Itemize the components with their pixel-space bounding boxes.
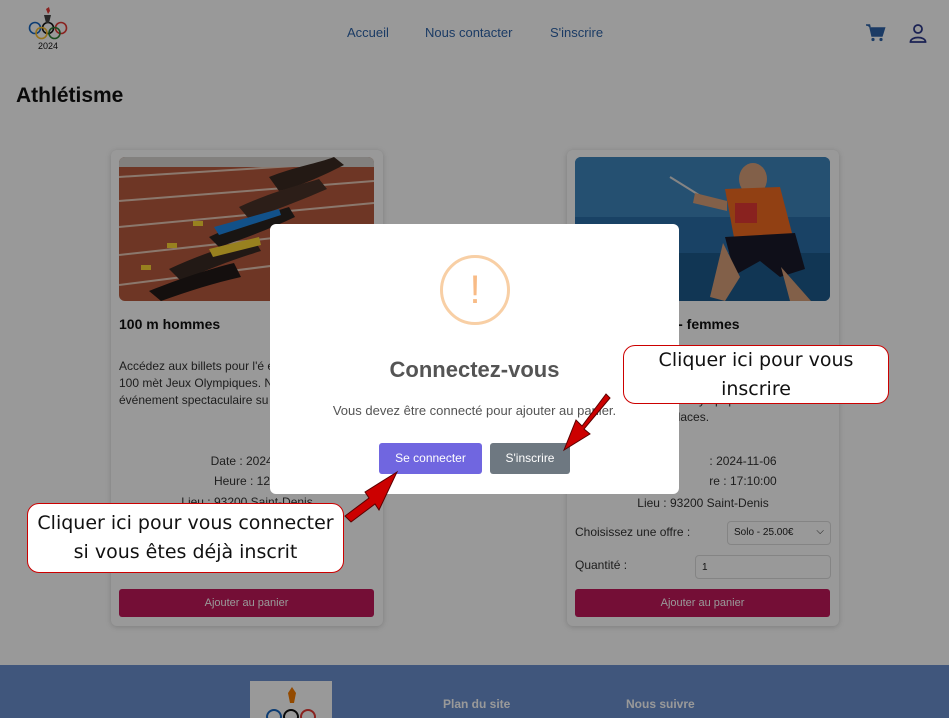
warning-icon: ! (440, 255, 510, 325)
login-required-dialog: ! Connectez-vous Vous devez être connect… (270, 224, 679, 494)
dialog-title: Connectez-vous (389, 357, 560, 382)
register-callout: Cliquer ici pour vous inscrire (623, 345, 889, 404)
register-button[interactable]: S'inscrire (490, 443, 570, 474)
callout-text-line: inscrire (721, 378, 791, 400)
callout-text-line: si vous êtes déjà inscrit (73, 541, 298, 563)
callout-text-line: Cliquer ici pour vous (658, 349, 854, 371)
login-arrow-icon (344, 470, 399, 523)
dialog-message: Vous devez être connecté pour ajouter au… (332, 403, 617, 418)
login-callout: Cliquer ici pour vous connecter si vous … (27, 503, 344, 573)
register-arrow-icon (562, 393, 611, 452)
callout-text-line: Cliquer ici pour vous connecter (37, 512, 334, 534)
